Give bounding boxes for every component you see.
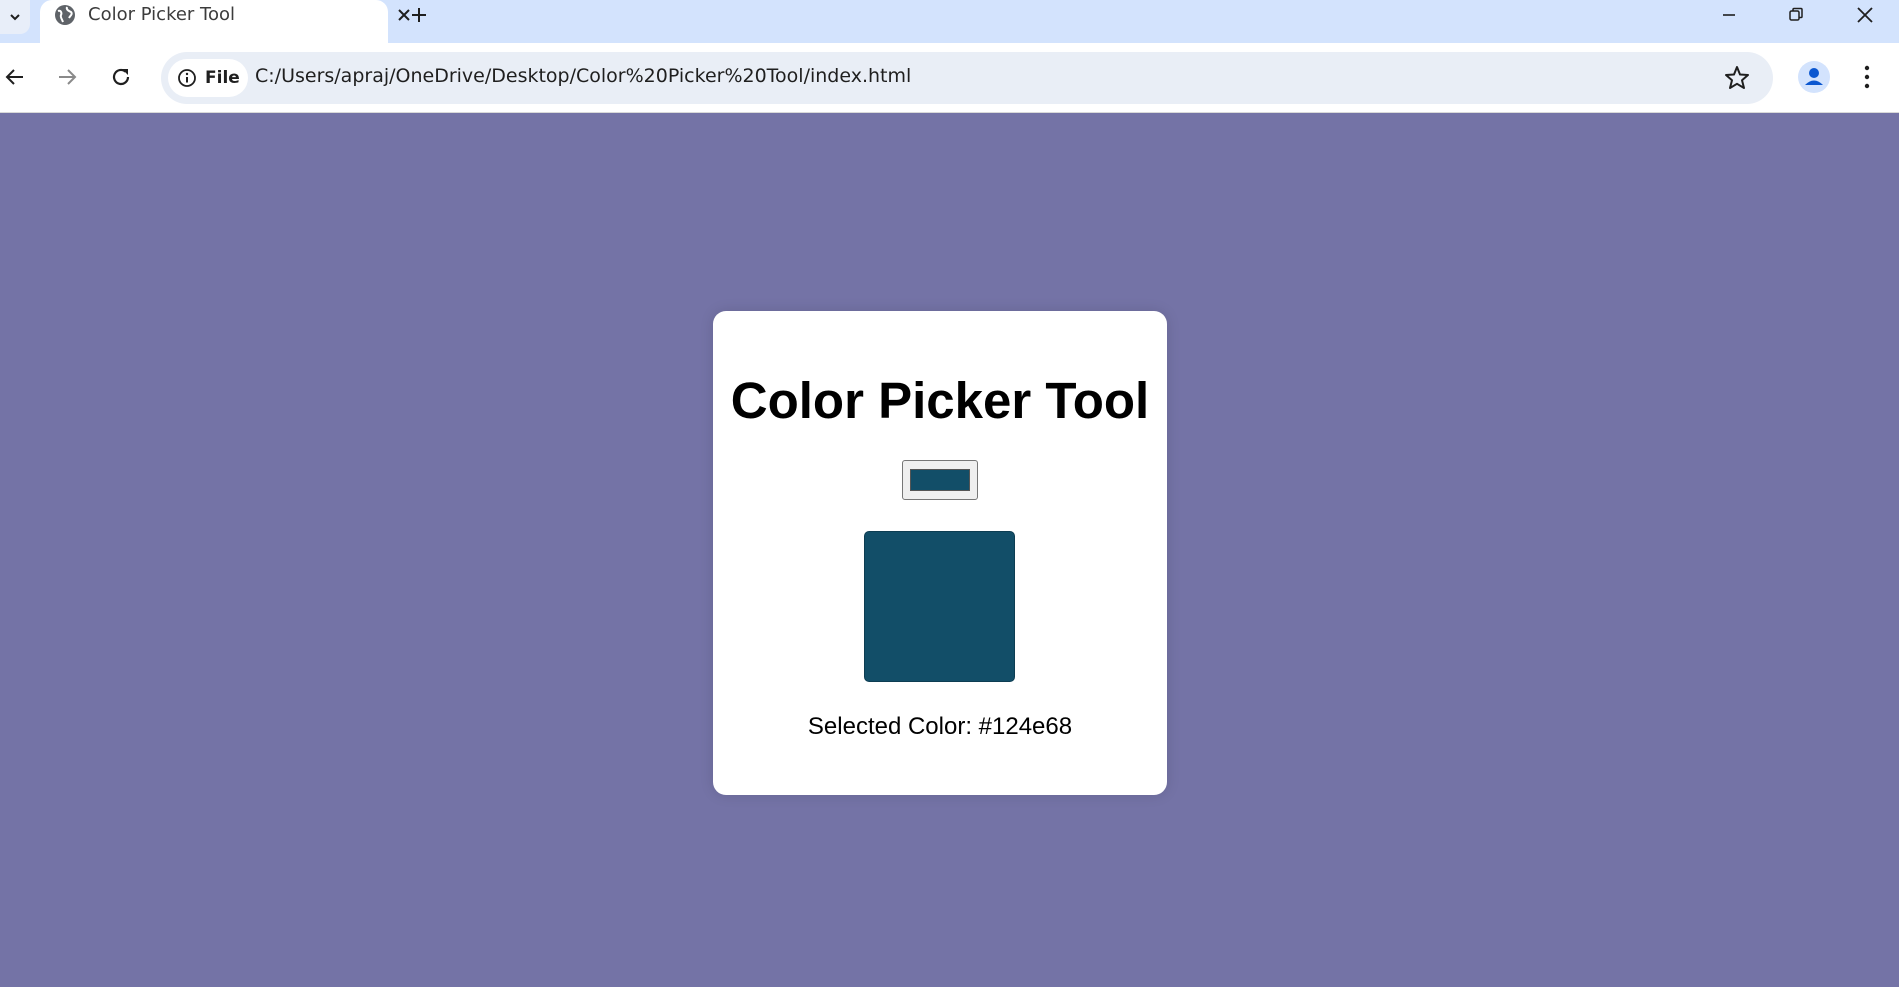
back-arrow-icon <box>5 69 23 85</box>
star-icon[interactable] <box>1723 64 1751 92</box>
selected-color-text: Selected Color: #124e68 <box>807 713 1073 740</box>
restore-button[interactable] <box>1766 0 1826 30</box>
color-preview-box <box>864 531 1015 682</box>
close-window-button[interactable] <box>1835 0 1895 30</box>
color-input[interactable] <box>902 460 978 500</box>
chevron-down-icon <box>10 14 20 21</box>
browser-toolbar: File C:/Users/apraj/OneDrive/Desktop/Col… <box>0 43 1899 113</box>
color-picker-card: Color Picker Tool Selected Color: #124e6… <box>713 311 1167 795</box>
minimize-button[interactable] <box>1699 0 1759 30</box>
globe-icon <box>55 5 75 25</box>
tab-title: Color Picker Tool <box>88 4 236 25</box>
active-tab[interactable]: Color Picker Tool <box>40 0 410 43</box>
color-input-swatch <box>910 469 970 491</box>
page-viewport: Color Picker Tool Selected Color: #124e6… <box>0 114 1899 987</box>
reload-icon <box>112 68 130 86</box>
site-info-chip[interactable]: File <box>168 59 248 97</box>
restore-icon <box>1789 7 1803 21</box>
close-window-icon <box>1857 7 1873 23</box>
tab-strip: Color Picker Tool <box>0 0 1899 43</box>
url-text[interactable]: C:/Users/apraj/OneDrive/Desktop/Color%20… <box>255 65 911 87</box>
tab-search-button[interactable] <box>0 0 30 34</box>
forward-arrow-icon <box>59 69 77 85</box>
info-icon <box>178 69 196 87</box>
address-bar[interactable]: File C:/Users/apraj/OneDrive/Desktop/Col… <box>161 52 1773 104</box>
forward-button[interactable] <box>52 62 82 92</box>
back-button[interactable] <box>0 62 30 92</box>
page-title: Color Picker Tool <box>730 372 1150 429</box>
minimize-icon <box>1723 14 1735 16</box>
reload-button[interactable] <box>106 62 136 92</box>
scheme-label: File <box>205 68 240 88</box>
plus-icon[interactable] <box>406 2 432 28</box>
profile-icon[interactable] <box>1797 60 1831 94</box>
more-vert-icon[interactable] <box>1855 62 1879 92</box>
